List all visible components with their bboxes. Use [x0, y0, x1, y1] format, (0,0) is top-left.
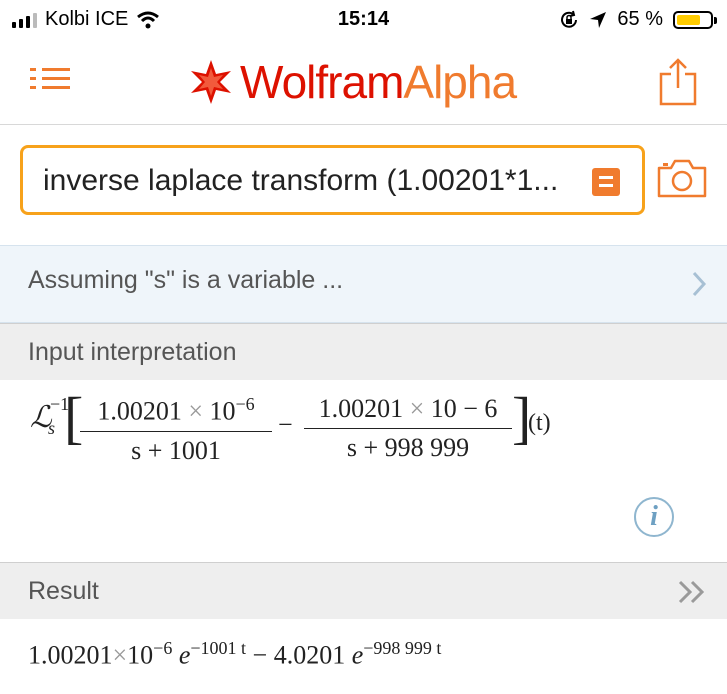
brand-wolfram: Wolfram [240, 56, 404, 108]
result-base: 10 [127, 640, 154, 670]
result-coef2: 4.0201 [273, 640, 346, 670]
battery-percent: 65 % [617, 8, 663, 30]
search-input[interactable]: inverse laplace transform (1.00201*1... [20, 145, 645, 215]
rotation-lock-icon [561, 10, 578, 28]
assumption-text: Assuming "s" is a variable ... [28, 266, 344, 294]
search-row: inverse laplace transform (1.00201*1... [0, 125, 727, 245]
pod-title: Result [28, 577, 99, 605]
result-header[interactable]: Result [0, 562, 727, 619]
fraction-2: 1.00201 × 10 − 6 s + 998 999 [304, 394, 512, 463]
camera-icon[interactable] [657, 158, 707, 198]
result-eexp2: −998 999 t [363, 638, 442, 658]
result-exp1: −6 [153, 638, 173, 658]
euler-e: e [178, 640, 191, 670]
frac2-num-a: 1.00201 [318, 394, 404, 423]
result-eexp1: −1001 t [190, 638, 247, 658]
frac1-num-a: 1.00201 [97, 396, 182, 426]
share-icon[interactable] [659, 58, 697, 106]
app-header: WolframAlpha [0, 40, 727, 125]
frac1-denominator: s + 1001 [131, 435, 221, 465]
location-icon [590, 11, 607, 28]
frac2-denominator: s + 998 999 [346, 433, 470, 462]
double-chevron-icon[interactable] [677, 579, 707, 605]
assumption-banner[interactable]: Assuming "s" is a variable ... [0, 245, 727, 323]
fraction-1: 1.00201 × 10−6 s + 1001 [80, 394, 272, 466]
info-icon[interactable]: i [634, 497, 674, 537]
result-minus: − [246, 640, 274, 670]
search-query: inverse laplace transform (1.00201*1... [43, 164, 559, 197]
laplace-subscript: s [48, 418, 56, 438]
brand-alpha: Alpha [403, 56, 517, 108]
wolfram-spikey-icon [191, 60, 231, 104]
status-bar: Kolbi ICE 15:14 65 % [0, 0, 727, 40]
times-sign: × [188, 396, 203, 426]
battery-icon [673, 10, 717, 29]
chevron-right-icon [692, 271, 707, 297]
transform-argument: (t) [528, 410, 551, 436]
wolfram-alpha-logo: WolframAlpha [188, 54, 517, 110]
euler-e: e [351, 640, 364, 670]
result-coef1: 1.00201 [28, 640, 113, 670]
frac2-num-b: 10 − 6 [430, 394, 498, 423]
times-sign: × [409, 394, 425, 423]
input-interpretation-content: ℒ s −1 [ 1.00201 × 10−6 s + 1001 − 1.002… [0, 380, 727, 562]
times-sign: × [112, 640, 128, 670]
input-interpretation-header: Input interpretation [0, 323, 727, 380]
result-content: 1.00201×10−6 e−1001 t − 4.0201 e−998 999… [28, 638, 441, 671]
pod-title: Input interpretation [28, 338, 237, 366]
minus-sign: − [278, 410, 293, 439]
menu-icon[interactable] [30, 68, 70, 96]
frac1-num-b: 10 [209, 396, 236, 426]
keyboard-toggle-icon[interactable] [592, 168, 620, 196]
frac1-exp: −6 [235, 394, 255, 414]
